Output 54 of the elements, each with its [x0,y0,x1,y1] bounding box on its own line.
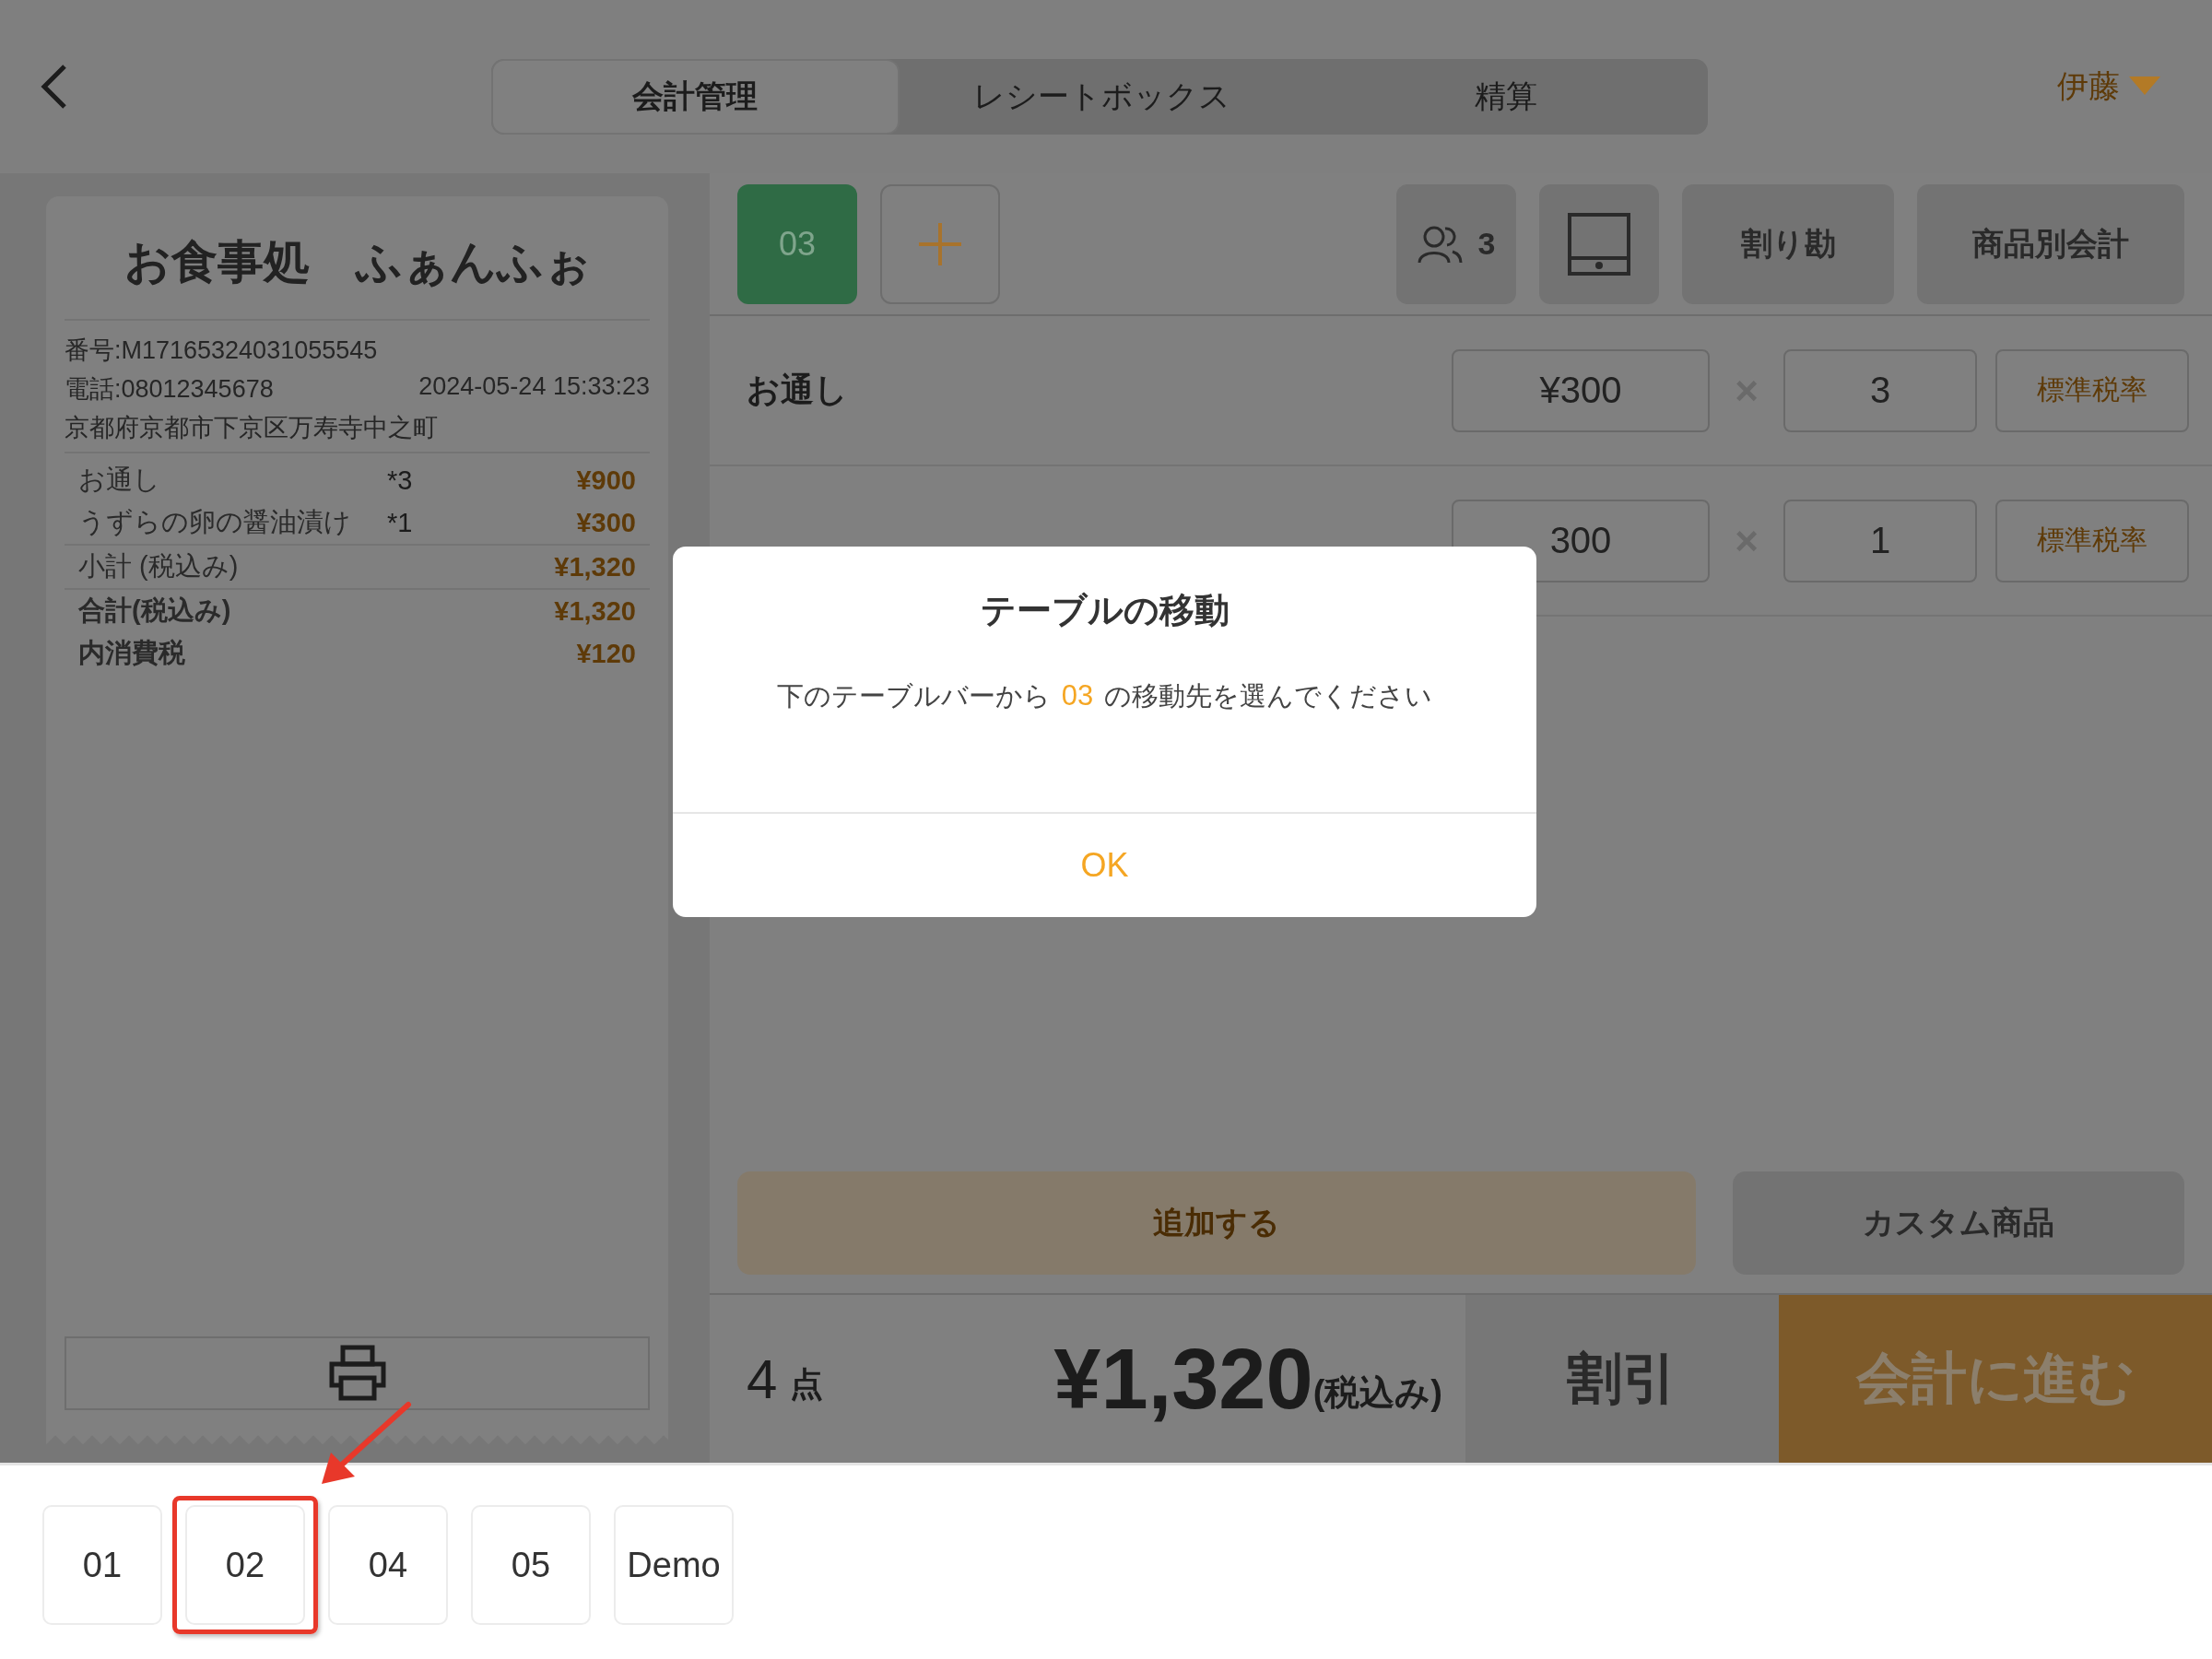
phone-number: 電話:08012345678 [65,374,274,405]
user-menu[interactable]: 伊藤 [2052,65,2166,109]
total-label: 合計(税込み) [78,594,232,627]
total-amount: ¥1,320 [553,551,636,582]
item-name: お通し [747,370,849,410]
discount-button[interactable]: 割引 [1465,1295,1779,1463]
table-tile[interactable]: 04 [328,1505,448,1625]
price-field[interactable]: ¥300 [1452,348,1710,432]
guests-button[interactable]: 3 [1396,183,1516,304]
dialog-title: テーブルの移動 [979,590,1230,631]
tab[interactable]: レシートボックス [899,59,1304,135]
multiply-sign: × [1734,517,1759,564]
tax-rate-button[interactable]: 標準税率 [1995,499,2189,582]
receipt-number: 番号:M17165324031055545 [65,335,379,366]
tax-rate-button[interactable]: 標準税率 [1995,348,2189,432]
shop-name: お食事処 ふぁんふぉ [65,224,650,321]
item-quantity: *3 [387,465,414,496]
total-amount: ¥1,320 [553,595,636,627]
table-tile[interactable]: Demo [614,1505,734,1625]
item-amount: ¥900 [575,465,636,496]
print-button[interactable] [65,1336,650,1410]
printer-icon [327,1345,387,1402]
quantity-field[interactable]: 3 [1783,348,1977,432]
total-amount: ¥1,320 [1053,1330,1313,1428]
custom-item-button[interactable]: カスタム商品 [1733,1171,2184,1275]
total-label: 内消費税 [78,637,186,669]
tablet-icon [1567,211,1631,276]
add-button[interactable]: 追加する [737,1171,1696,1275]
quantity-field[interactable]: 1 [1783,499,1977,582]
tablet-button[interactable] [1539,183,1659,304]
receipt-datetime: 2024-05-24 15:33:23 [418,372,650,402]
count-unit: 点 [790,1363,824,1405]
item-name: うずらの卵の醤油漬け [78,506,352,538]
split-bill-button[interactable]: 割り勘 [1682,183,1894,304]
item-quantity: *1 [387,507,414,538]
table-tile[interactable]: 02 [185,1505,305,1625]
ok-button[interactable]: OK [673,812,1536,917]
pay-by-item-button[interactable]: 商品別会計 [1917,183,2184,304]
item-count: 4 [747,1347,778,1411]
item-amount: ¥300 [575,507,636,538]
tab[interactable]: 精算 [1303,59,1708,135]
multiply-sign: × [1734,367,1759,414]
dialog-message: 下のテーブルバーから 03 の移動先を選んでください [775,678,1434,713]
tab[interactable]: 会計管理 [491,59,900,135]
table-tile[interactable]: 01 [42,1505,162,1625]
tax-note: (税込み) [1312,1371,1442,1414]
total-amount: ¥120 [575,638,636,669]
plus-icon [917,220,963,267]
table-number-button[interactable]: 03 [737,183,857,304]
item-name: お通し [78,464,161,496]
total-label: 小計 (税込み) [78,550,240,582]
caret-icon [2129,76,2160,97]
table-tile[interactable]: 05 [471,1505,591,1625]
shop-address: 京都府京都市下京区万寿寺中之町 [65,413,439,443]
